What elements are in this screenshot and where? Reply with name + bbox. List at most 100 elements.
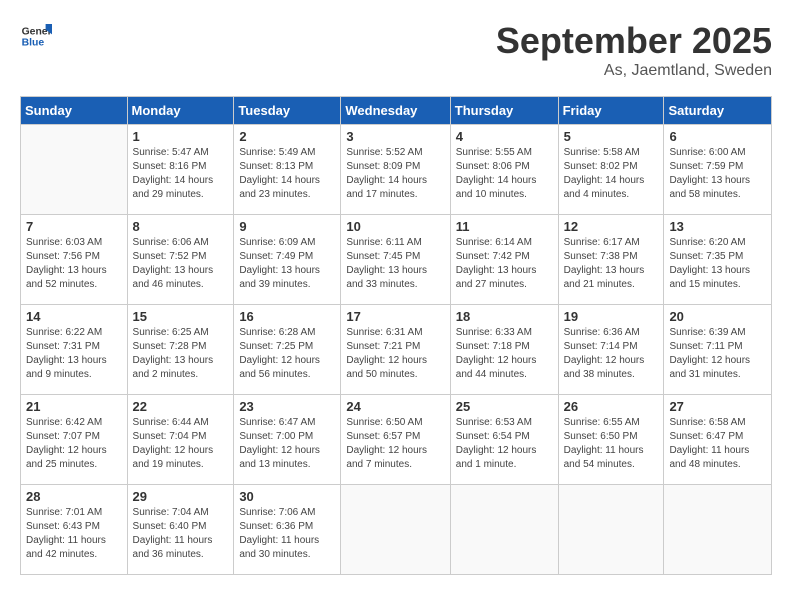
day-info: Sunrise: 6:33 AM Sunset: 7:18 PM Dayligh… [456,326,553,382]
day-number: 28 [26,489,122,504]
week-row-1: 1Sunrise: 5:47 AM Sunset: 8:16 PM Daylig… [21,125,772,215]
day-number: 12 [564,219,659,234]
weekday-header-sunday: Sunday [21,97,128,125]
calendar-cell: 25 Sunrise: 6:53 AM Sunset: 6:54 PM Dayli… [450,395,558,485]
day-number: 14 [26,309,122,324]
day-number: 15 [133,309,229,324]
day-info: Sunrise: 6:50 AM Sunset: 6:57 PM Dayligh… [346,416,444,472]
day-number: 4 [456,129,553,144]
day-info: Sunrise: 6:20 AM Sunset: 7:35 PM Dayligh… [669,236,766,292]
calendar-cell: 16 Sunrise: 6:28 AM Sunset: 7:25 PM Dayli… [234,305,341,395]
calendar-cell: 9 Sunrise: 6:09 AM Sunset: 7:49 PM Daylig… [234,215,341,305]
day-info: Sunrise: 6:58 AM Sunset: 6:47 PM Dayligh… [669,416,766,472]
calendar-cell: 15 Sunrise: 6:25 AM Sunset: 7:28 PM Dayli… [127,305,234,395]
calendar-cell: 14 Sunrise: 6:22 AM Sunset: 7:31 PM Dayli… [21,305,128,395]
calendar-cell [558,485,664,575]
calendar-cell: 6 Sunrise: 6:00 AM Sunset: 7:59 PM Daylig… [664,125,772,215]
calendar-cell [21,125,128,215]
calendar-cell: 1Sunrise: 5:47 AM Sunset: 8:16 PM Daylig… [127,125,234,215]
calendar-cell: 17 Sunrise: 6:31 AM Sunset: 7:21 PM Dayli… [341,305,450,395]
title-area: September 2025 As, Jaemtland, Sweden [496,20,772,80]
day-info: Sunrise: 6:47 AM Sunset: 7:00 PM Dayligh… [239,416,335,472]
page-header: General Blue September 2025 As, Jaemtlan… [20,20,772,80]
day-info: Sunrise: 6:00 AM Sunset: 7:59 PM Dayligh… [669,146,766,202]
day-number: 11 [456,219,553,234]
calendar-cell: 26 Sunrise: 6:55 AM Sunset: 6:50 PM Dayli… [558,395,664,485]
calendar-cell: 19Sunrise: 6:36 AM Sunset: 7:14 PM Dayli… [558,305,664,395]
day-number: 8 [133,219,229,234]
calendar-cell: 12 Sunrise: 6:17 AM Sunset: 7:38 PM Dayli… [558,215,664,305]
day-info: Sunrise: 6:31 AM Sunset: 7:21 PM Dayligh… [346,326,444,382]
day-info: Sunrise: 5:52 AM Sunset: 8:09 PM Dayligh… [346,146,444,202]
weekday-header-wednesday: Wednesday [341,97,450,125]
day-info: Sunrise: 6:25 AM Sunset: 7:28 PM Dayligh… [133,326,229,382]
day-info: Sunrise: 6:06 AM Sunset: 7:52 PM Dayligh… [133,236,229,292]
day-number: 16 [239,309,335,324]
calendar-cell: 2 Sunrise: 5:49 AM Sunset: 8:13 PM Daylig… [234,125,341,215]
day-number: 25 [456,399,553,414]
calendar-cell: 11Sunrise: 6:14 AM Sunset: 7:42 PM Dayli… [450,215,558,305]
day-info: Sunrise: 6:53 AM Sunset: 6:54 PM Dayligh… [456,416,553,472]
day-number: 6 [669,129,766,144]
day-number: 3 [346,129,444,144]
week-row-5: 28 Sunrise: 7:01 AM Sunset: 6:43 PM Dayli… [21,485,772,575]
weekday-header-tuesday: Tuesday [234,97,341,125]
location: As, Jaemtland, Sweden [496,62,772,80]
calendar-cell: 3 Sunrise: 5:52 AM Sunset: 8:09 PM Daylig… [341,125,450,215]
day-info: Sunrise: 7:06 AM Sunset: 6:36 PM Dayligh… [239,506,335,562]
month-title: September 2025 [496,20,772,62]
calendar-cell [341,485,450,575]
day-number: 18 [456,309,553,324]
day-info: Sunrise: 6:42 AM Sunset: 7:07 PM Dayligh… [26,416,122,472]
day-info: Sunrise: 6:55 AM Sunset: 6:50 PM Dayligh… [564,416,659,472]
day-number: 2 [239,129,335,144]
calendar-cell: 23Sunrise: 6:47 AM Sunset: 7:00 PM Dayli… [234,395,341,485]
calendar-cell [450,485,558,575]
calendar-cell: 22 Sunrise: 6:44 AM Sunset: 7:04 PM Dayli… [127,395,234,485]
calendar-cell: 13 Sunrise: 6:20 AM Sunset: 7:35 PM Dayli… [664,215,772,305]
day-number: 30 [239,489,335,504]
week-row-2: 7 Sunrise: 6:03 AM Sunset: 7:56 PM Daylig… [21,215,772,305]
calendar-cell: 28 Sunrise: 7:01 AM Sunset: 6:43 PM Dayli… [21,485,128,575]
day-info: Sunrise: 7:01 AM Sunset: 6:43 PM Dayligh… [26,506,122,562]
day-number: 27 [669,399,766,414]
day-number: 26 [564,399,659,414]
calendar-cell: 4Sunrise: 5:55 AM Sunset: 8:06 PM Daylig… [450,125,558,215]
weekday-header-monday: Monday [127,97,234,125]
day-number: 10 [346,219,444,234]
day-info: Sunrise: 5:58 AM Sunset: 8:02 PM Dayligh… [564,146,659,202]
calendar-cell: 20Sunrise: 6:39 AM Sunset: 7:11 PM Dayli… [664,305,772,395]
day-info: Sunrise: 6:11 AM Sunset: 7:45 PM Dayligh… [346,236,444,292]
logo: General Blue [20,20,52,52]
week-row-4: 21 Sunrise: 6:42 AM Sunset: 7:07 PM Dayli… [21,395,772,485]
day-number: 17 [346,309,444,324]
logo-icon: General Blue [20,20,52,52]
day-number: 22 [133,399,229,414]
day-number: 9 [239,219,335,234]
day-info: Sunrise: 6:36 AM Sunset: 7:14 PM Dayligh… [564,326,659,382]
day-number: 21 [26,399,122,414]
svg-text:Blue: Blue [22,38,45,49]
day-number: 5 [564,129,659,144]
day-info: Sunrise: 6:44 AM Sunset: 7:04 PM Dayligh… [133,416,229,472]
calendar-cell: 10 Sunrise: 6:11 AM Sunset: 7:45 PM Dayli… [341,215,450,305]
day-number: 7 [26,219,122,234]
calendar-cell: 30 Sunrise: 7:06 AM Sunset: 6:36 PM Dayli… [234,485,341,575]
calendar-cell: 24Sunrise: 6:50 AM Sunset: 6:57 PM Dayli… [341,395,450,485]
day-info: Sunrise: 6:22 AM Sunset: 7:31 PM Dayligh… [26,326,122,382]
calendar-table: SundayMondayTuesdayWednesdayThursdayFrid… [20,96,772,575]
day-info: Sunrise: 6:09 AM Sunset: 7:49 PM Dayligh… [239,236,335,292]
day-info: Sunrise: 6:28 AM Sunset: 7:25 PM Dayligh… [239,326,335,382]
week-row-3: 14 Sunrise: 6:22 AM Sunset: 7:31 PM Dayli… [21,305,772,395]
weekday-header-thursday: Thursday [450,97,558,125]
day-info: Sunrise: 6:17 AM Sunset: 7:38 PM Dayligh… [564,236,659,292]
day-number: 20 [669,309,766,324]
calendar-cell: 27 Sunrise: 6:58 AM Sunset: 6:47 PM Dayli… [664,395,772,485]
day-number: 13 [669,219,766,234]
day-info: Sunrise: 6:03 AM Sunset: 7:56 PM Dayligh… [26,236,122,292]
day-number: 1 [133,129,229,144]
calendar-cell: 29Sunrise: 7:04 AM Sunset: 6:40 PM Dayli… [127,485,234,575]
weekday-header-saturday: Saturday [664,97,772,125]
day-info: Sunrise: 5:49 AM Sunset: 8:13 PM Dayligh… [239,146,335,202]
weekday-header-friday: Friday [558,97,664,125]
